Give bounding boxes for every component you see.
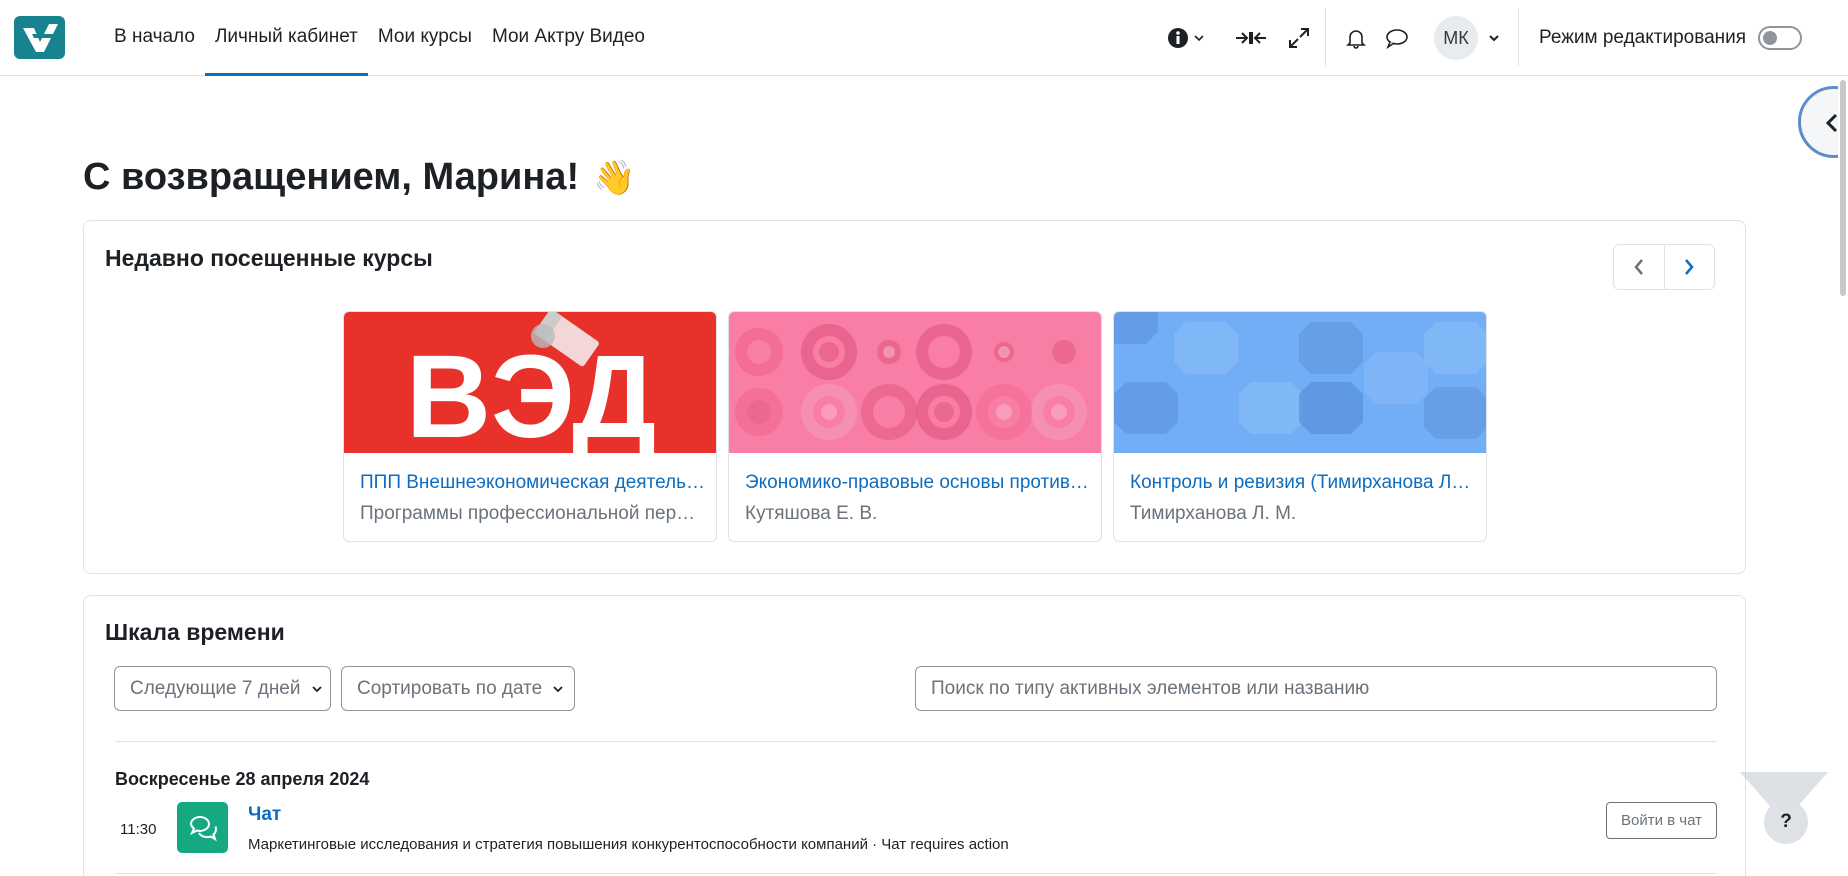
nav-link-my-videos[interactable]: Мои Актру Видео xyxy=(482,0,655,76)
course-category: Программы профессиональной переподготовк… xyxy=(360,503,705,524)
course-name[interactable]: ППП Внешнеэкономическая деятельность xyxy=(360,472,705,494)
course-category: Кутяшова Е. В. xyxy=(745,503,878,524)
collapse-blocks-button[interactable] xyxy=(1234,0,1268,76)
day-filter-value: Следующие 7 дней xyxy=(130,677,301,699)
page-scrollbar[interactable] xyxy=(1838,80,1848,876)
welcome-text: С возвращением, Марина! xyxy=(83,156,580,198)
course-image: ВЭД xyxy=(344,312,716,453)
messages-button[interactable] xyxy=(1382,0,1412,76)
help-button[interactable]: ? xyxy=(1764,800,1808,844)
page-title: С возвращением, Марина! 👋 xyxy=(83,156,635,199)
course-image-text: ВЭД xyxy=(406,331,656,453)
user-menu-button[interactable]: МК xyxy=(1432,0,1502,76)
divider xyxy=(115,873,1717,874)
course-card[interactable]: Экономико-правовые основы противодействи… xyxy=(728,311,1102,542)
chevron-down-icon xyxy=(1489,35,1499,42)
message-bubble-icon xyxy=(1386,29,1408,49)
info-menu-button[interactable] xyxy=(1164,0,1208,76)
chat-activity-icon xyxy=(177,802,228,853)
chevron-down-icon xyxy=(1194,35,1204,42)
course-card[interactable]: ВЭД ППП Внешнеэкономическая деятельность… xyxy=(343,311,717,542)
event-title-link[interactable]: Чат xyxy=(248,804,281,826)
previous-page-button[interactable] xyxy=(1614,245,1664,289)
top-navbar: В начало Личный кабинет Мои курсы Мои Ак… xyxy=(0,0,1848,76)
timeline-title: Шкала времени xyxy=(105,619,285,645)
timeline-day-filter[interactable]: Следующие 7 дней xyxy=(114,666,331,711)
info-icon xyxy=(1168,28,1188,48)
scrollbar-thumb[interactable] xyxy=(1840,80,1846,296)
course-card[interactable]: Контроль и ревизия (Тимирханова Л. М.) Т… xyxy=(1113,311,1487,542)
chevron-down-icon xyxy=(553,685,563,692)
chevron-right-icon xyxy=(1685,259,1694,275)
timeline-search-input[interactable] xyxy=(915,666,1717,711)
timeline-block: Шкала времени Следующие 7 дней Сортирова… xyxy=(83,595,1746,876)
course-name[interactable]: Контроль и ревизия (Тимирханова Л. М.) xyxy=(1130,472,1475,494)
edit-mode-label: Режим редактирования xyxy=(1539,27,1747,48)
event-description: Маркетинговые исследования и стратегия п… xyxy=(248,836,1009,853)
date-heading: Воскресенье 28 апреля 2024 xyxy=(115,769,370,789)
chevron-left-icon xyxy=(1634,259,1643,275)
sort-value: Сортировать по дате xyxy=(357,677,543,699)
course-name[interactable]: Экономико-правовые основы противодействи… xyxy=(745,472,1090,494)
bell-icon xyxy=(1346,30,1366,49)
course-image xyxy=(1114,312,1486,453)
edit-mode-control: Режим редактирования xyxy=(1539,0,1814,76)
recent-courses-block: Недавно посещенные курсы ВЭД ППП Внешнеэ… xyxy=(83,220,1746,574)
course-image xyxy=(729,312,1101,453)
next-page-button[interactable] xyxy=(1663,245,1715,289)
course-category: Тимирханова Л. М. xyxy=(1130,503,1297,524)
primary-navigation: В начало Личный кабинет Мои курсы Мои Ак… xyxy=(104,0,655,76)
nav-link-home[interactable]: В начало xyxy=(104,0,205,76)
nav-link-dashboard[interactable]: Личный кабинет xyxy=(204,0,368,76)
notifications-button[interactable] xyxy=(1342,0,1370,76)
nav-link-my-courses[interactable]: Мои курсы xyxy=(368,0,482,76)
avatar: МК xyxy=(1434,16,1478,60)
divider xyxy=(115,741,1717,742)
site-logo[interactable] xyxy=(14,16,65,59)
nav-divider xyxy=(1325,8,1326,66)
edit-mode-toggle[interactable] xyxy=(1758,26,1803,50)
recent-courses-pager xyxy=(1613,244,1715,290)
event-time: 11:30 xyxy=(120,821,157,838)
enter-chat-button[interactable]: Войти в чат xyxy=(1606,802,1717,839)
chevron-down-icon xyxy=(311,685,322,692)
compress-arrows-icon xyxy=(1236,32,1266,44)
expand-icon xyxy=(1289,28,1309,48)
fullscreen-button[interactable] xyxy=(1284,0,1314,76)
recent-courses-title: Недавно посещенные курсы xyxy=(105,245,433,271)
waving-hand-icon: 👋 xyxy=(593,158,636,197)
timeline-sort-select[interactable]: Сортировать по дате xyxy=(341,666,575,711)
avatar-initials: МК xyxy=(1443,27,1469,48)
nav-divider xyxy=(1518,8,1519,66)
